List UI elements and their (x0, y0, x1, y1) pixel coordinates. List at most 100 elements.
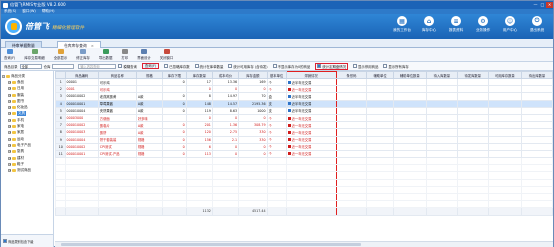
cell-spec: 规格 (135, 149, 163, 159)
maximize-button[interactable]: □ (539, 2, 546, 8)
horizontal-scrollbar[interactable] (55, 241, 553, 247)
expand-icon[interactable]: + (8, 150, 11, 154)
include-subcategory-checkbox[interactable]: 商品类别包含下级 (1, 234, 54, 247)
stats-slow-moving-checkbox[interactable]: 统计定期盘情况 (315, 62, 349, 70)
expand-icon[interactable]: + (8, 99, 11, 103)
column-header[interactable]: 规格 (135, 71, 163, 79)
expand-icon[interactable]: + (8, 87, 11, 91)
column-header[interactable]: 基本单位 (266, 71, 287, 79)
tree-item[interactable]: + 测试商品 (2, 167, 52, 173)
column-header[interactable]: 库存金额 (238, 71, 268, 79)
flag-icon (287, 116, 291, 120)
tab-pending-orders[interactable]: 待审单据数量 (5, 41, 42, 48)
table-row[interactable]: 1 00001 可乐鸡 0 17 13.36 169 个近半年无交易 (55, 77, 553, 87)
expand-icon[interactable]: + (8, 112, 11, 116)
checkbox-label: 显示所有库存 (388, 64, 409, 69)
nav-user-center[interactable]: ☺ 用户中心 (498, 16, 522, 33)
layout-design-button[interactable]: 界面设计 (137, 49, 151, 60)
fix-stock-button[interactable]: 修正库存 (76, 49, 90, 60)
cell-empty (335, 171, 368, 180)
sum-qty: 1132 (185, 207, 213, 216)
column-header[interactable]: 成本均价 (211, 71, 240, 79)
column-header[interactable] (55, 71, 66, 79)
expand-icon[interactable]: + (8, 125, 11, 129)
category-select[interactable]: 全部 (19, 63, 42, 69)
minimize-button[interactable]: — (532, 2, 539, 8)
cell-empty (392, 207, 427, 216)
stock-detail-button[interactable]: 库存交易明细 (24, 49, 45, 60)
table-row[interactable]: 3 000010002 老燕窝蛋黄 A款 0 8 14.97 70 盒近半年无交易 (55, 92, 553, 101)
table-row[interactable]: 6 00003000 方便面 好多味 0 0 0 个近一年无交易 (55, 113, 553, 123)
hide-zero-stock-checkbox[interactable]: 不显示库存为0的商品 (272, 64, 310, 69)
cell-empty (55, 157, 66, 166)
cell-empty (425, 149, 458, 159)
column-header[interactable]: 库存数量 (185, 71, 213, 79)
expand-icon[interactable]: + (8, 169, 11, 173)
column-header[interactable]: 条形码 (335, 71, 368, 79)
expand-icon[interactable]: + (8, 93, 11, 97)
cell-empty (392, 200, 427, 209)
show-disabled-checkbox[interactable]: 显示停用商品 (353, 64, 378, 69)
table-row[interactable]: 9 000010004 饼干套装装 规格 0 156 2.1 330 个近一年无交易 (55, 135, 553, 144)
table-row[interactable]: 4 000010001 草莓果酱 A款 0 148 14.57 2195.36 支近半年无交易 (55, 99, 553, 108)
table-row[interactable]: 8 000010003 蛋饼 A款 0 120 2.75 330 个近一年无交易 (55, 128, 553, 137)
checkbox-label: 统计定期盘情况 (322, 64, 347, 69)
export-button[interactable]: 导出数据 (99, 49, 112, 60)
query-button[interactable]: 查询(F) (4, 49, 15, 60)
expand-icon[interactable]: + (8, 156, 11, 160)
expand-icon[interactable]: + (8, 131, 11, 135)
column-header[interactable]: 待发库数量 (456, 71, 489, 79)
ignore-stock-checkbox[interactable]: 已忽略库存数 (164, 64, 190, 69)
expand-icon[interactable]: + (8, 143, 11, 147)
expand-icon[interactable]: + (8, 162, 11, 166)
count-available-checkbox[interactable]: 统计可用库存 (含待发) (228, 64, 268, 69)
nav-workbench[interactable]: ▦ 我的工作台 (390, 16, 414, 33)
cell-empty (520, 142, 553, 151)
fuzzy-checkbox[interactable]: 模糊查询 (118, 64, 137, 69)
warehouse-select[interactable] (52, 63, 75, 69)
cell-empty (392, 135, 427, 144)
column-header[interactable]: 辅助单位 (366, 71, 394, 79)
nav-operations[interactable]: ⚙ 业务操作 (471, 16, 495, 33)
column-header[interactable]: 待入库数量 (425, 71, 458, 79)
nav-reports[interactable]: ≡ 报表资料 (444, 16, 468, 33)
column-header[interactable]: 滞销情况 (285, 71, 337, 79)
expand-icon[interactable]: + (8, 80, 11, 84)
column-header[interactable]: 待出库数量 (520, 71, 553, 79)
cell-empty (135, 207, 163, 216)
show-all-stock-checkbox[interactable]: 显示所有库存 (383, 64, 409, 69)
show-all-button[interactable]: 全部显示 (54, 49, 67, 60)
nav-inventory[interactable]: ⌂ 库存中心 (417, 16, 441, 33)
nav-exit[interactable]: ⏻ 退出系统 (525, 16, 549, 33)
print-button[interactable]: 打印 (121, 49, 128, 60)
close-button[interactable]: ✕ (546, 2, 553, 8)
close-window-button[interactable]: 关闭窗口 (160, 49, 173, 60)
search-input[interactable]: 输入内容查询 (78, 63, 117, 69)
scrollbar-thumb[interactable] (61, 243, 361, 246)
expand-icon[interactable]: + (8, 137, 11, 141)
collapse-icon[interactable]: - (2, 74, 5, 78)
table-row[interactable]: 11 000010001 CPI测试-产品 规格 0 113 0 0 个近一年无交易 (55, 149, 553, 159)
search-button[interactable]: 查询(F) (141, 63, 160, 69)
column-header[interactable]: 商品编码 (64, 71, 99, 79)
expand-icon[interactable]: + (8, 118, 11, 122)
cell-empty (211, 207, 240, 216)
cell-empty (425, 142, 458, 151)
tab-inventory-query[interactable]: 仓库库存查询 × (57, 41, 101, 48)
cell-empty (456, 121, 489, 130)
cell-empty (425, 128, 458, 137)
table-row[interactable]: 7 000010002 蛋卷片 A款 0 201 1.36 308.79 个近一年无交易 (55, 121, 553, 130)
cell-empty (161, 157, 187, 166)
inventory-grid: 商品编码 商品名称 规格 库存下限 库存数量 成本均价 库存金额 基本单位 滞销情况 条形码 辅助单… (55, 71, 553, 247)
column-header[interactable]: 库存下限 (161, 71, 187, 79)
cell-empty (456, 77, 489, 87)
column-header[interactable]: 辅助单位数量 (392, 71, 427, 79)
table-row[interactable]: 10 000010002 CPI测试 规格 0 6 0 0 个近一年无交易 (55, 142, 553, 151)
status-text: 近一年无交易 (291, 145, 312, 150)
expand-icon[interactable]: + (8, 106, 11, 110)
column-header[interactable]: 可用库存数量 (487, 71, 522, 79)
table-row[interactable]: 5 000010004 夹饼果酱 A款 0 119 8.63 1000 支近半年无交易 (55, 106, 553, 115)
count-in-stock-checkbox[interactable]: 统计在库单数量 (194, 64, 223, 69)
table-row[interactable]: 2 0001 可乐鸡 0 0 0 个近一年无交易 (55, 85, 553, 94)
column-header[interactable]: 商品名称 (97, 71, 137, 79)
